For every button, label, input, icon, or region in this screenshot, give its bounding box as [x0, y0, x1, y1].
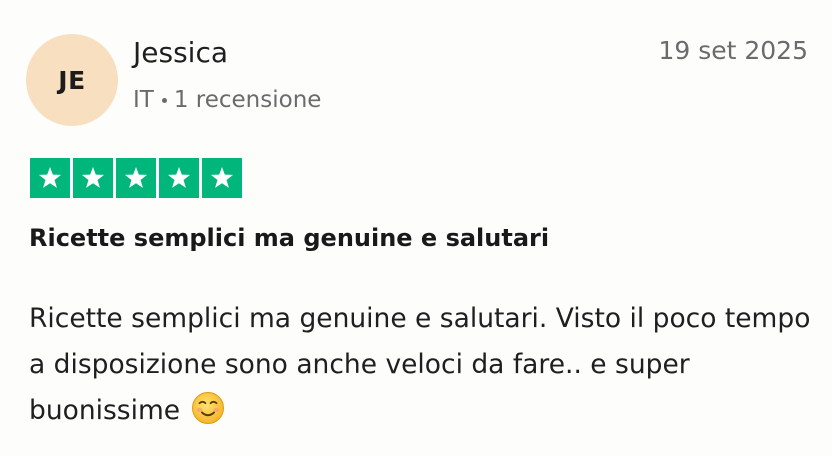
reviewer-country: IT: [133, 87, 154, 113]
star: [116, 158, 156, 198]
reviewer-name[interactable]: Jessica: [133, 36, 228, 69]
review-body: Ricette semplici ma genuine e salutari. …: [29, 296, 819, 434]
star: [159, 158, 199, 198]
star-icon: [167, 166, 191, 188]
avatar-initials: JE: [58, 65, 86, 95]
star-icon: [38, 166, 62, 188]
star-icon: [124, 166, 148, 188]
review-title: Ricette semplici ma genuine e salutari: [29, 224, 550, 252]
star-icon: [81, 166, 105, 188]
star: [30, 158, 70, 198]
reviewer-review-count: 1 recensione: [173, 87, 322, 113]
star: [73, 158, 113, 198]
star-rating: [30, 158, 242, 198]
review-date: 19 set 2025: [658, 36, 808, 65]
reviewer-meta: IT 1 recensione: [133, 87, 321, 113]
avatar[interactable]: JE: [26, 34, 118, 126]
star: [202, 158, 242, 198]
separator-dot: [161, 97, 167, 103]
smiling-face-icon: [191, 392, 224, 424]
review-body-text: Ricette semplici ma genuine e salutari. …: [29, 303, 811, 426]
star-icon: [210, 166, 234, 188]
